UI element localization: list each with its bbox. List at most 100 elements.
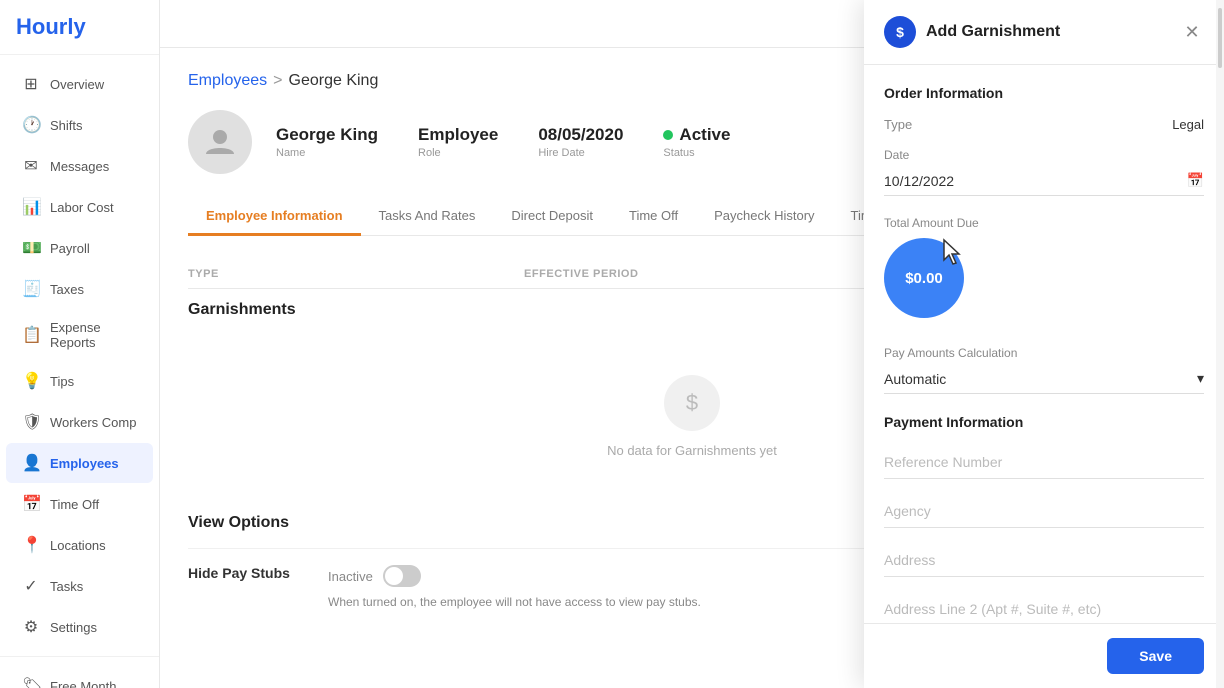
panel-body: Order Information Type Legal Date 10/12/… [864,65,1224,623]
main-content: ? Contact Employees > George King George… [160,0,1224,688]
inactive-label: Inactive [328,569,373,584]
sidebar-item-label-time-off: Time Off [50,497,99,512]
workers-comp-icon: 🛡 [22,412,40,432]
taxes-icon: 🧾 [22,279,40,299]
sidebar-item-employees[interactable]: 👤 Employees [6,443,153,483]
time-off-icon: 📅 [22,494,40,514]
total-amount-section: Total Amount Due $0.00 [884,216,1204,330]
status-dot [663,130,673,140]
employee-status: Active [663,125,730,145]
reference-number-input[interactable] [884,446,1204,479]
garnishments-empty-message: No data for Garnishments yet [607,443,777,458]
sidebar-item-taxes[interactable]: 🧾 Taxes [6,269,153,309]
sidebar-item-label-employees: Employees [50,456,119,471]
breadcrumb-parent[interactable]: Employees [188,72,267,90]
sidebar-item-free-month[interactable]: 🏷 Free Month [6,666,153,688]
garnishments-empty-icon: $ [664,375,720,431]
date-input[interactable]: 10/12/2022 📅 [884,166,1204,196]
employees-icon: 👤 [22,453,40,473]
settings-icon: ⚙ [22,617,40,637]
chevron-down-icon: ▾ [1197,370,1204,387]
sidebar-item-label-taxes: Taxes [50,282,84,297]
sidebar-item-expense-reports[interactable]: 📋 Expense Reports [6,310,153,360]
add-garnishment-panel: $ Add Garnishment ✕ Order Information Ty… [864,0,1224,688]
payment-info-title: Payment Information [884,414,1204,430]
tab-paycheck-history[interactable]: Paycheck History [696,198,832,236]
sidebar-item-label-messages: Messages [50,159,109,174]
scrollbar-thumb[interactable] [1218,8,1222,68]
employee-name-label: Name [276,147,378,159]
sidebar-item-time-off[interactable]: 📅 Time Off [6,484,153,524]
total-amount-label: Total Amount Due [884,216,1204,230]
panel-header: $ Add Garnishment ✕ [864,0,1224,65]
employee-role-label: Role [418,147,498,159]
employee-status-field: Active Status [663,125,730,159]
employee-name: George King [276,125,378,145]
sidebar-item-label-locations: Locations [50,538,106,553]
hide-pay-stubs-desc: When turned on, the employee will not ha… [328,595,701,609]
sidebar-item-label-workers-comp: Workers Comp [50,415,136,430]
employee-name-field: George King Name [276,125,378,159]
agency-input[interactable] [884,495,1204,528]
table-col-type: TYPE [188,268,524,280]
labor-cost-icon: 📊 [22,197,40,217]
tips-icon: 💡 [22,371,40,391]
type-row: Type Legal [884,117,1204,132]
breadcrumb-separator: > [273,72,282,90]
sidebar-item-shifts[interactable]: 🕐 Shifts [6,105,153,145]
save-button[interactable]: Save [1107,638,1204,674]
calendar-icon[interactable]: 📅 [1187,172,1204,189]
address-line2-input[interactable] [884,593,1204,623]
employee-role-field: Employee Role [418,125,498,159]
tab-direct-deposit[interactable]: Direct Deposit [493,198,611,236]
panel-close-button[interactable]: ✕ [1180,20,1204,44]
scrollbar-track [1216,0,1224,688]
sidebar-item-label-tips: Tips [50,374,74,389]
type-value: Legal [1172,117,1204,132]
panel-footer: Save [864,623,1224,688]
sidebar-item-overview[interactable]: ⊞ Overview [6,64,153,104]
sidebar-item-settings[interactable]: ⚙ Settings [6,607,153,647]
order-info-title: Order Information [884,85,1204,101]
sidebar-item-tasks[interactable]: ✓ Tasks [6,566,153,606]
overview-icon: ⊞ [22,74,40,94]
sidebar-item-label-labor-cost: Labor Cost [50,200,114,215]
app-logo: Hourly [0,0,159,55]
date-label: Date [884,148,1204,162]
employee-role: Employee [418,125,498,145]
tab-time-off[interactable]: Time Off [611,198,696,236]
tab-tasks-and-rates[interactable]: Tasks And Rates [361,198,494,236]
sidebar-item-tips[interactable]: 💡 Tips [6,361,153,401]
panel-header-icon: $ [884,16,916,48]
total-amount-value: $0.00 [905,270,943,287]
date-field: Date 10/12/2022 📅 [884,148,1204,196]
sidebar-item-labor-cost[interactable]: 📊 Labor Cost [6,187,153,227]
date-value: 10/12/2022 [884,173,954,189]
expense-reports-icon: 📋 [22,325,40,345]
total-amount-wrapper: $0.00 [884,238,964,330]
type-label: Type [884,117,912,132]
sidebar-item-label-payroll: Payroll [50,241,90,256]
sidebar-item-label-tasks: Tasks [50,579,83,594]
employee-status-label: Status [663,147,730,159]
sidebar-item-messages[interactable]: ✉ Messages [6,146,153,186]
employee-status-value: Active [679,125,730,145]
hide-pay-stubs-toggle[interactable] [383,565,421,587]
pay-amounts-label: Pay Amounts Calculation [884,346,1204,360]
sidebar-item-locations[interactable]: 📍 Locations [6,525,153,565]
tab-employee-information[interactable]: Employee Information [188,198,361,236]
address-input[interactable] [884,544,1204,577]
sidebar-bottom: 🏷 Free Month [0,656,159,688]
sidebar-item-workers-comp[interactable]: 🛡 Workers Comp [6,402,153,442]
sidebar-item-label-shifts: Shifts [50,118,83,133]
sidebar: Hourly ⊞ Overview 🕐 Shifts ✉ Messages 📊 … [0,0,160,688]
free-month-icon: 🏷 [22,676,40,688]
pay-amounts-select[interactable]: Automatic ▾ [884,364,1204,394]
pay-amounts-value: Automatic [884,371,946,387]
panel-title: Add Garnishment [926,23,1170,41]
employee-hire-date-field: 08/05/2020 Hire Date [538,125,623,159]
employee-fields: George King Name Employee Role 08/05/202… [276,125,730,159]
sidebar-item-label-settings: Settings [50,620,97,635]
sidebar-item-payroll[interactable]: 💵 Payroll [6,228,153,268]
avatar [188,110,252,174]
